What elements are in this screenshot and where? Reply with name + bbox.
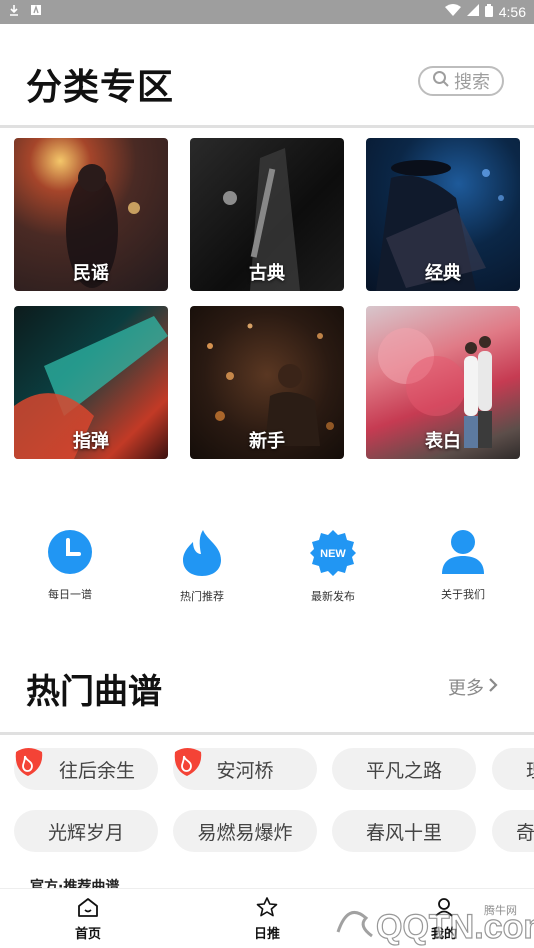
app-notification-icon [30, 4, 42, 20]
quick-daily-sheet[interactable]: 每日一谱 [25, 530, 115, 602]
header: 分类专区 搜索 [0, 24, 534, 126]
category-tile-classical[interactable]: 古典 [190, 138, 344, 291]
tag-chip[interactable]: 易燃易爆炸 [173, 810, 317, 852]
quick-hot-recommend[interactable]: 热门推荐 [157, 530, 247, 604]
tag-chip[interactable]: 光辉岁月 [14, 810, 158, 852]
tag-label: 春风十里 [365, 821, 442, 844]
tag-label: 往后余生 [58, 759, 135, 782]
search-button[interactable]: 搜索 [418, 66, 504, 96]
watermark-logo: QQTN.com 腾牛网 [328, 892, 534, 948]
category-tile-classic[interactable]: 经典 [366, 138, 520, 291]
tag-chip[interactable]: 奇 [492, 810, 534, 852]
status-bar: 4:56 [0, 0, 534, 24]
tag-label: 奇 [516, 821, 534, 844]
chevron-right-icon [488, 677, 498, 698]
hot-badge-icon [12, 746, 44, 778]
new-badge-text: NEW [320, 548, 346, 560]
quick-label: 热门推荐 [180, 590, 224, 603]
nav-item-daily[interactable]: 日推 [227, 897, 307, 942]
person-icon [442, 530, 484, 578]
category-label: 古典 [249, 263, 285, 284]
category-tile-folk[interactable]: 民谣 [14, 138, 168, 291]
download-icon [8, 4, 20, 20]
tag-label: 理 [526, 756, 534, 783]
quick-about-us[interactable]: 关于我们 [418, 530, 508, 602]
star-icon [256, 897, 278, 921]
clock-time: 4:56 [498, 4, 526, 20]
tag-label: 光辉岁月 [47, 821, 124, 844]
more-label: 更多 [448, 678, 484, 699]
category-label: 新手 [249, 431, 285, 452]
category-label: 经典 [425, 263, 461, 284]
battery-icon [484, 3, 493, 21]
quick-links: 每日一谱 热门推荐 NEW 最新发布 关于我们 [0, 530, 534, 620]
quick-latest-release[interactable]: NEW 最新发布 [288, 530, 378, 604]
nav-label: 日推 [253, 927, 280, 942]
quick-label: 每日一谱 [48, 588, 92, 601]
tag-chip[interactable]: 理 [492, 748, 534, 790]
category-tile-confession[interactable]: 表白 [366, 306, 520, 459]
home-icon [77, 898, 99, 921]
nav-item-home[interactable]: 首页 [48, 897, 128, 942]
search-icon [432, 70, 450, 93]
category-label: 民谣 [73, 263, 109, 284]
tag-label: 安河桥 [216, 759, 274, 782]
section-divider [0, 732, 534, 735]
page-title: 分类专区 [26, 67, 175, 108]
category-tile-fingerstyle[interactable]: 指弹 [14, 306, 168, 459]
tag-label: 平凡之路 [365, 759, 442, 782]
tag-chip[interactable]: 平凡之路 [332, 748, 476, 790]
flame-icon [181, 530, 223, 580]
new-badge-icon: NEW [310, 530, 356, 580]
category-tile-beginner[interactable]: 新手 [190, 306, 344, 459]
nav-label: 首页 [74, 927, 101, 942]
tag-chip[interactable]: 安河桥 [173, 748, 317, 790]
tag-label: 易燃易爆炸 [197, 821, 293, 844]
hot-badge-icon [171, 746, 203, 778]
category-label: 指弹 [73, 431, 109, 452]
signal-icon [466, 4, 479, 20]
wifi-icon [444, 4, 461, 20]
clock-icon [48, 530, 92, 578]
quick-label: 关于我们 [441, 588, 485, 601]
section-title: 热门曲谱 [26, 672, 162, 712]
tag-chip[interactable]: 往后余生 [14, 748, 158, 790]
more-link[interactable]: 更多 [448, 674, 498, 700]
tag-chip[interactable]: 春风十里 [332, 810, 476, 852]
category-label: 表白 [425, 431, 461, 452]
watermark-text: 腾牛网 [484, 903, 517, 917]
quick-label: 最新发布 [311, 590, 355, 603]
search-label: 搜索 [454, 72, 490, 93]
header-divider [0, 125, 534, 128]
